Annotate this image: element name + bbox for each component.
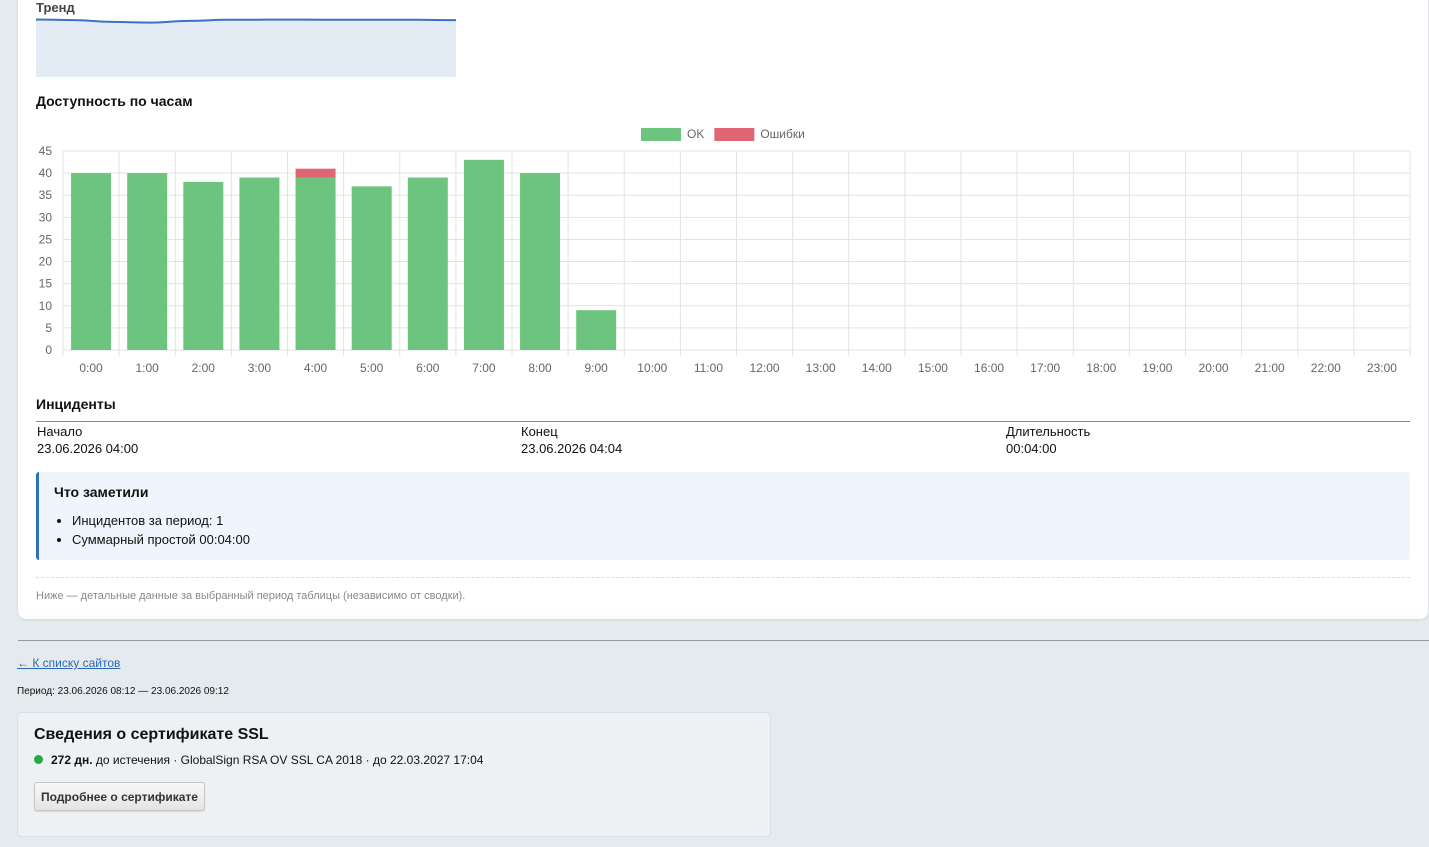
legend-swatch bbox=[714, 128, 755, 141]
incident-duration-header: Длительность bbox=[1006, 424, 1091, 439]
bar bbox=[295, 177, 336, 350]
bar bbox=[239, 177, 280, 350]
x-tick-label: 16:00 bbox=[974, 361, 1004, 375]
bar bbox=[407, 177, 448, 350]
y-tick-label: 10 bbox=[39, 299, 53, 313]
x-tick-label: 0:00 bbox=[79, 361, 103, 375]
y-tick-label: 45 bbox=[39, 144, 53, 158]
observation-item: Суммарный простой 00:04:00 bbox=[72, 530, 250, 549]
x-tick-label: 5:00 bbox=[360, 361, 384, 375]
period-label: Период: 23.06.2026 08:12 — 23.06.2026 09… bbox=[17, 686, 229, 697]
legend-label: OK bbox=[687, 127, 704, 141]
incident-duration-col: Длительность 00:04:00 bbox=[1006, 423, 1090, 457]
bar bbox=[127, 173, 168, 350]
footnote-text: Ниже — детальные данные за выбранный пер… bbox=[36, 590, 466, 602]
x-tick-label: 21:00 bbox=[1255, 361, 1285, 375]
section-divider bbox=[18, 640, 1429, 641]
x-tick-label: 10:00 bbox=[637, 361, 667, 375]
y-tick-label: 35 bbox=[39, 188, 53, 202]
observations-box: Что заметили Инцидентов за период: 1 Сум… bbox=[36, 472, 1410, 560]
x-tick-label: 2:00 bbox=[192, 361, 216, 375]
legend-label: Ошибки bbox=[760, 127, 805, 141]
incident-start-col: Начало 23.06.2026 04:00 bbox=[37, 423, 138, 457]
observations-title: Что заметили bbox=[54, 484, 149, 500]
incidents-title: Инциденты bbox=[36, 396, 116, 412]
x-tick-label: 1:00 bbox=[136, 361, 160, 375]
x-tick-label: 23:00 bbox=[1367, 361, 1397, 375]
bar bbox=[351, 186, 392, 350]
y-tick-label: 30 bbox=[39, 210, 53, 224]
y-tick-label: 0 bbox=[45, 343, 52, 357]
y-tick-label: 15 bbox=[39, 277, 53, 291]
bar bbox=[463, 159, 504, 350]
incident-start-value: 23.06.2026 04:00 bbox=[37, 441, 139, 456]
x-tick-label: 18:00 bbox=[1086, 361, 1116, 375]
y-tick-label: 40 bbox=[39, 166, 53, 180]
x-tick-label: 9:00 bbox=[585, 361, 609, 375]
dashed-divider bbox=[36, 577, 1410, 578]
x-tick-label: 11:00 bbox=[694, 361, 723, 375]
legend-swatch bbox=[641, 128, 681, 141]
ssl-title: Сведения о сертификате SSL bbox=[34, 726, 269, 743]
x-tick-label: 6:00 bbox=[416, 361, 440, 375]
observation-item: Инцидентов за период: 1 bbox=[72, 511, 250, 530]
x-tick-label: 8:00 bbox=[528, 361, 552, 375]
x-tick-label: 7:00 bbox=[472, 361, 496, 375]
back-to-sites-link[interactable]: ← К списку сайтов bbox=[17, 656, 120, 670]
incident-end-header: Конец bbox=[521, 424, 558, 439]
x-tick-label: 4:00 bbox=[304, 361, 328, 375]
bar bbox=[520, 173, 561, 350]
incident-end-value: 23.06.2026 04:04 bbox=[521, 441, 623, 456]
incidents-divider bbox=[36, 421, 1410, 422]
x-tick-label: 22:00 bbox=[1311, 361, 1341, 375]
ssl-days: 272 дн. bbox=[51, 753, 93, 767]
y-tick-label: 25 bbox=[39, 232, 53, 246]
bar bbox=[71, 173, 112, 350]
bar bbox=[576, 310, 617, 350]
observations-list: Инцидентов за период: 1 Суммарный просто… bbox=[56, 511, 250, 549]
x-tick-label: 20:00 bbox=[1199, 361, 1229, 375]
x-tick-label: 3:00 bbox=[248, 361, 272, 375]
x-tick-label: 14:00 bbox=[862, 361, 892, 375]
trend-title: Тренд bbox=[36, 0, 75, 15]
availability-title: Доступность по часам bbox=[36, 93, 193, 109]
availability-chart: 0 5 10 15 20 25 30 35 40 45 0:00 1:00 2:00 3:00 4:00 5:… bbox=[39, 127, 1411, 375]
y-tick-label: 5 bbox=[45, 321, 52, 335]
ssl-summary: 272 дн. до истечения · GlobalSign RSA OV… bbox=[34, 753, 483, 767]
bar bbox=[183, 181, 224, 350]
incident-end-col: Конец 23.06.2026 04:04 bbox=[521, 423, 622, 457]
ssl-details: до истечения · GlobalSign RSA OV SSL CA … bbox=[92, 753, 484, 767]
ssl-card: Сведения о сертификате SSL 272 дн. до ис… bbox=[17, 712, 771, 837]
x-tick-label: 15:00 bbox=[918, 361, 948, 375]
certificate-details-button[interactable]: Подробнее о сертификате bbox=[34, 782, 205, 811]
x-tick-label: 12:00 bbox=[750, 361, 780, 375]
y-tick-label: 20 bbox=[39, 255, 53, 269]
bar bbox=[295, 168, 336, 178]
x-tick-label: 13:00 bbox=[806, 361, 836, 375]
incident-start-header: Начало bbox=[37, 424, 83, 439]
incident-duration-value: 00:04:00 bbox=[1006, 441, 1057, 456]
x-tick-label: 19:00 bbox=[1142, 361, 1172, 375]
status-dot-icon bbox=[34, 755, 43, 764]
x-tick-label: 17:00 bbox=[1030, 361, 1060, 375]
trend-sparkline bbox=[36, 18, 456, 77]
